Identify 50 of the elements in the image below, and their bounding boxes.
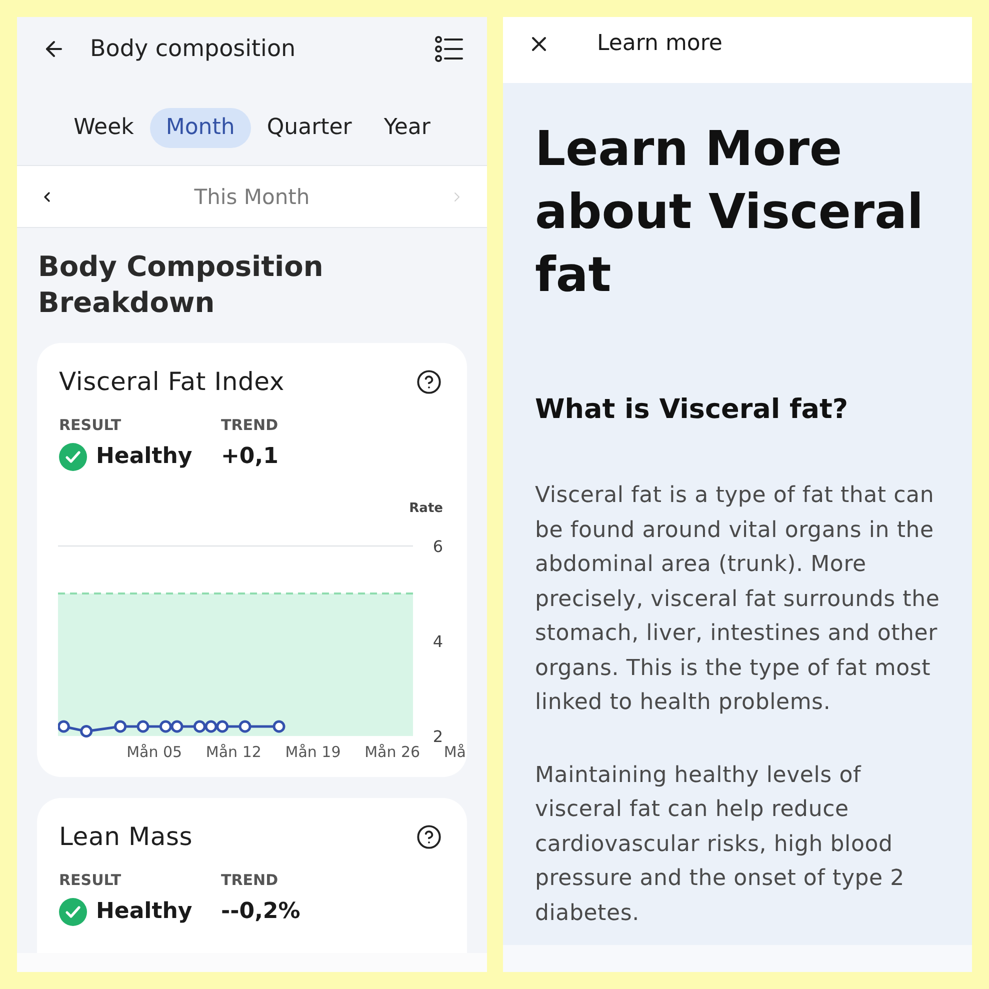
axis-tick-label: 6: [432, 537, 444, 556]
data-point: [136, 720, 150, 733]
list-icon: [435, 36, 463, 62]
help-button[interactable]: [416, 369, 442, 395]
axis-tick-label: 4: [432, 632, 444, 651]
list-button[interactable]: [435, 36, 463, 62]
screen-title: Body composition: [90, 35, 296, 63]
article-title: Learn More about Visceral fat: [535, 120, 924, 305]
data-point: [216, 720, 229, 733]
check-circle-icon: [59, 443, 87, 471]
trend-label: TREND: [221, 871, 278, 889]
data-point: [58, 720, 70, 733]
axis-tick-label: Må: [444, 743, 466, 761]
help-button[interactable]: [416, 824, 442, 850]
trend-value: --0,2%: [221, 898, 300, 926]
section-title: Body Composition Breakdown: [38, 249, 324, 321]
result-label: RESULT: [59, 871, 122, 889]
data-point: [272, 720, 286, 733]
period-label: This Month: [193, 184, 311, 210]
result-label: RESULT: [59, 416, 122, 434]
data-point: [193, 720, 206, 733]
trend-value: +0,1: [221, 443, 278, 471]
axis-title: Rate: [409, 501, 443, 516]
card-title: Visceral Fat Index: [59, 368, 285, 396]
axis-tick-label: Mån 26: [364, 743, 420, 761]
data-point: [114, 720, 127, 733]
data-point: [238, 720, 252, 733]
period-tab[interactable]: Month: [150, 108, 251, 148]
body-paragraph: Visceral fat is a type of fat that can be found around vital organs in the abdominal area (trunk). More precisely, visceral fat surrounds the stomach, liver, intestines and other organs. This is the type of fat most linked to health problems.: [535, 482, 941, 717]
data-point: [80, 725, 93, 738]
check-circle-icon: [59, 898, 87, 926]
axis-tick-label: 2: [432, 727, 444, 746]
trend-label: TREND: [221, 416, 278, 434]
card-title: Lean Mass: [59, 823, 193, 851]
data-point: [204, 720, 218, 733]
result-value: Healthy: [96, 443, 192, 471]
period-tab[interactable]: Week: [58, 108, 150, 148]
data-point: [159, 720, 172, 733]
period-tab[interactable]: Quarter: [250, 108, 368, 148]
axis-tick-label: Mån 05: [126, 743, 182, 761]
section-heading: What is Visceral fat?: [535, 394, 848, 426]
axis-tick-label: Mån 12: [206, 743, 262, 761]
screen-title: Learn more: [597, 31, 722, 57]
result-value: Healthy: [96, 898, 192, 926]
axis-tick-label: Mån 19: [285, 743, 341, 761]
help-icon: [416, 824, 442, 850]
body-paragraph: Maintaining healthy levels of visceral fat can help reduce cardiovascular risks, high blood pressure and the onset of type 2 diabetes.: [535, 762, 906, 928]
data-point: [170, 720, 184, 733]
period-tab[interactable]: Year: [368, 108, 446, 148]
help-icon: [416, 369, 442, 395]
